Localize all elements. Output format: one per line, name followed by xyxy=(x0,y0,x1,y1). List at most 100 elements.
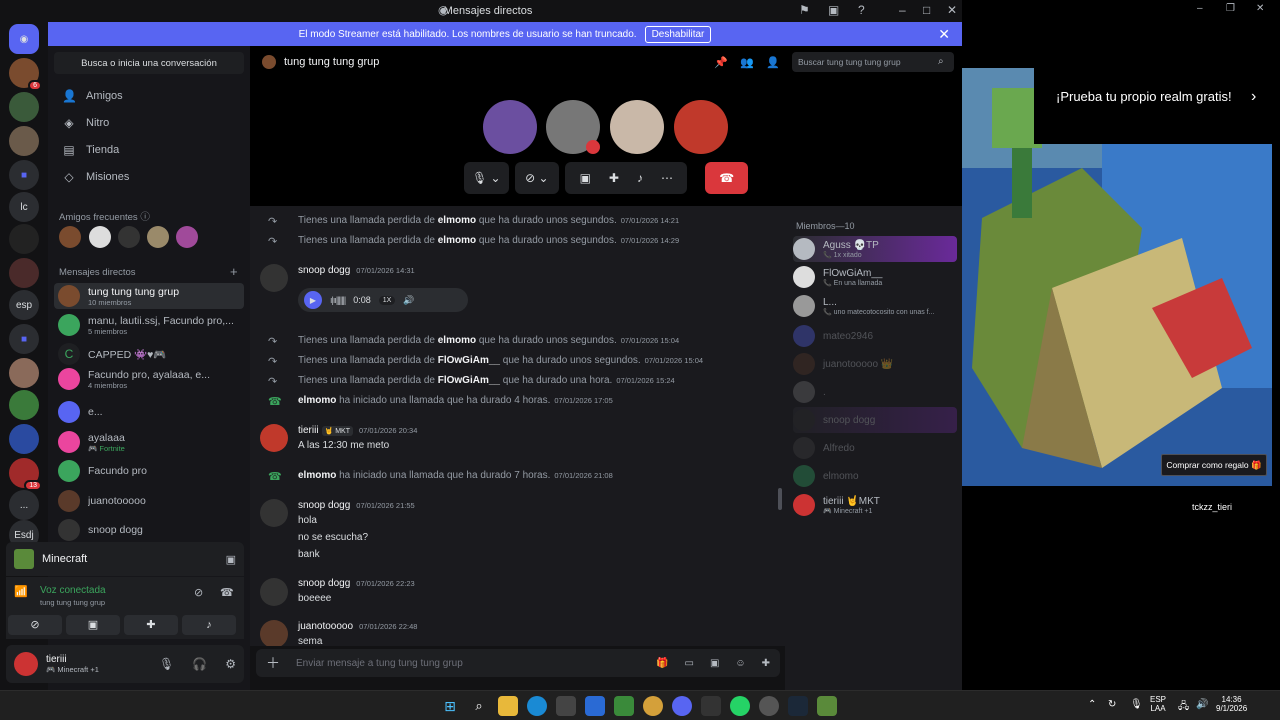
tray-chevron-icon[interactable]: ⌃ xyxy=(1088,699,1096,710)
chrome-icon[interactable] xyxy=(643,696,663,716)
nav-quests[interactable]: ◇ Misiones xyxy=(58,165,244,189)
edge-icon[interactable] xyxy=(527,696,547,716)
play-icon[interactable]: ▶ xyxy=(304,291,322,309)
whatsapp-icon[interactable] xyxy=(730,696,750,716)
call-avatar[interactable] xyxy=(610,100,664,154)
screen-share-icon[interactable]: ▣ xyxy=(580,171,591,185)
search-icon[interactable]: ⌕ xyxy=(469,696,489,716)
disable-streamer-button[interactable]: Deshabilitar xyxy=(644,25,712,43)
dm-item[interactable]: ayalaaa 🎮 Fortnite xyxy=(54,429,244,455)
nav-shop[interactable]: ▤ Tienda xyxy=(58,138,244,162)
start-icon[interactable]: ⊞ xyxy=(440,696,460,716)
mic-icon[interactable]: 🎙 xyxy=(159,657,174,671)
app-icon[interactable] xyxy=(759,696,779,716)
dm-item[interactable]: snoop dogg xyxy=(54,517,244,543)
dm-item[interactable]: tung tung tung grup 10 miembros xyxy=(54,283,244,309)
ad-title[interactable]: ¡Prueba tu propio realm gratis! xyxy=(1034,68,1272,144)
voice-channel[interactable]: tung tung tung grup xyxy=(40,598,105,607)
dm-item[interactable]: C CAPPED 👾♥🎮 xyxy=(54,341,244,367)
waveform[interactable]: ı|ıı||||||| xyxy=(330,295,346,305)
avatar[interactable] xyxy=(14,652,38,676)
buy-gift-button[interactable]: Comprar como regalo 🎁 xyxy=(1161,454,1267,476)
screen-share-button[interactable]: ▣ xyxy=(66,615,120,635)
mic-tray-icon[interactable]: 🎙 xyxy=(1130,699,1143,710)
mic-toggle-button[interactable]: 🎙 ⌄ xyxy=(464,162,509,194)
call-avatar[interactable] xyxy=(674,100,728,154)
chevron-right-icon[interactable]: › xyxy=(1251,88,1256,106)
soundboard-button[interactable]: ♪ xyxy=(182,615,236,635)
member-item[interactable]: elmomo xyxy=(793,463,957,489)
flag-icon[interactable]: ⚑ xyxy=(799,3,810,17)
settings-gear-icon[interactable]: ⚙ xyxy=(225,657,236,671)
emoji-icon[interactable]: ☺ xyxy=(735,658,745,669)
folder-icon[interactable]: ■ xyxy=(9,160,39,190)
stream-icon[interactable]: ▣ xyxy=(226,553,236,566)
home-button[interactable]: ◉ xyxy=(9,24,39,54)
sync-icon[interactable]: ↻ xyxy=(1108,699,1116,710)
xbox-icon[interactable] xyxy=(614,696,634,716)
dm-item[interactable]: e... xyxy=(54,399,244,425)
avatar[interactable] xyxy=(260,424,288,452)
avatar[interactable] xyxy=(260,499,288,527)
speed-button[interactable]: 1X xyxy=(378,295,396,305)
server-icon[interactable] xyxy=(9,390,39,420)
dm-search-input[interactable]: Busca o inicia una conversación xyxy=(54,52,244,74)
dm-item[interactable]: manu, lautii.ssj, Facundo pro,... 5 miemb… xyxy=(54,312,244,338)
minecraft-taskbar-icon[interactable] xyxy=(817,696,837,716)
inbox-icon[interactable]: ▣ xyxy=(828,3,839,17)
gift-icon[interactable]: 🎁 xyxy=(656,658,668,669)
avatar[interactable] xyxy=(118,226,140,248)
nav-nitro[interactable]: ◈ Nitro xyxy=(58,111,244,135)
server-lc[interactable]: lc xyxy=(9,192,39,222)
member-item[interactable]: . xyxy=(793,379,957,405)
more-icon[interactable]: ⋯ xyxy=(661,171,673,185)
minimize-icon[interactable]: – xyxy=(1197,3,1203,14)
scrollbar-thumb[interactable] xyxy=(778,488,782,510)
clock[interactable]: 14:36 9/1/2026 xyxy=(1216,695,1247,713)
nav-friends[interactable]: 👤 Amigos xyxy=(58,84,244,108)
message-input[interactable]: Enviar mensaje a tung tung tung grup xyxy=(296,658,640,669)
add-friends-icon[interactable]: 👥 xyxy=(740,56,754,69)
add-attachment-icon[interactable]: ＋ xyxy=(266,653,280,673)
avatar[interactable] xyxy=(176,226,198,248)
pin-icon[interactable]: 📌 xyxy=(714,56,728,69)
call-avatar[interactable] xyxy=(483,100,537,154)
server-icon[interactable] xyxy=(9,126,39,156)
member-item[interactable]: FlOwGiAm__ 📞 En una llamada xyxy=(793,264,957,290)
avatar[interactable] xyxy=(260,264,288,292)
avatar[interactable] xyxy=(260,578,288,606)
member-item[interactable]: juanotooooo 👑 xyxy=(793,351,957,377)
server-icon[interactable] xyxy=(9,424,39,454)
close-window-button[interactable]: ✕ xyxy=(947,3,957,17)
close-banner-icon[interactable]: ✕ xyxy=(938,26,950,43)
discord-taskbar-icon[interactable] xyxy=(672,696,692,716)
volume-icon[interactable]: 🔊 xyxy=(403,295,414,306)
mail-icon[interactable] xyxy=(585,696,605,716)
soundboard-icon[interactable]: ♪ xyxy=(637,171,643,185)
member-item[interactable]: mateo2946 xyxy=(793,323,957,349)
store-icon[interactable] xyxy=(556,696,576,716)
noise-suppression-icon[interactable]: ⊘ xyxy=(194,586,203,599)
member-item[interactable]: tieriii 🤘MKT 🎮 Minecraft +1 xyxy=(793,492,957,518)
server-icon[interactable] xyxy=(9,224,39,254)
volume-tray-icon[interactable]: 🔊 xyxy=(1196,699,1208,710)
sticker-icon[interactable]: ▣ xyxy=(710,658,719,669)
headphones-icon[interactable]: 🎧 xyxy=(192,657,207,671)
epic-games-icon[interactable] xyxy=(701,696,721,716)
maximize-button[interactable]: □ xyxy=(923,3,930,17)
avatar[interactable] xyxy=(147,226,169,248)
camera-toggle-button[interactable]: ⊘ ⌄ xyxy=(514,162,560,194)
chat-search-input[interactable]: Buscar tung tung tung grup xyxy=(792,52,954,72)
disconnect-icon[interactable]: ☎ xyxy=(220,586,234,599)
member-item[interactable]: Alfredo xyxy=(793,435,957,461)
dm-item[interactable]: juanotooooo xyxy=(54,488,244,514)
member-item[interactable]: snoop dogg xyxy=(793,407,957,433)
network-icon[interactable]: 🖧 xyxy=(1178,699,1189,716)
activities-icon[interactable]: ✚ xyxy=(609,171,619,185)
avatar[interactable] xyxy=(59,226,81,248)
close-icon[interactable]: ✕ xyxy=(1256,3,1264,14)
avatar[interactable] xyxy=(89,226,111,248)
members-icon[interactable]: 👤 xyxy=(766,56,780,69)
activities-button[interactable]: ✚ xyxy=(124,615,178,635)
server-icon[interactable] xyxy=(9,258,39,288)
